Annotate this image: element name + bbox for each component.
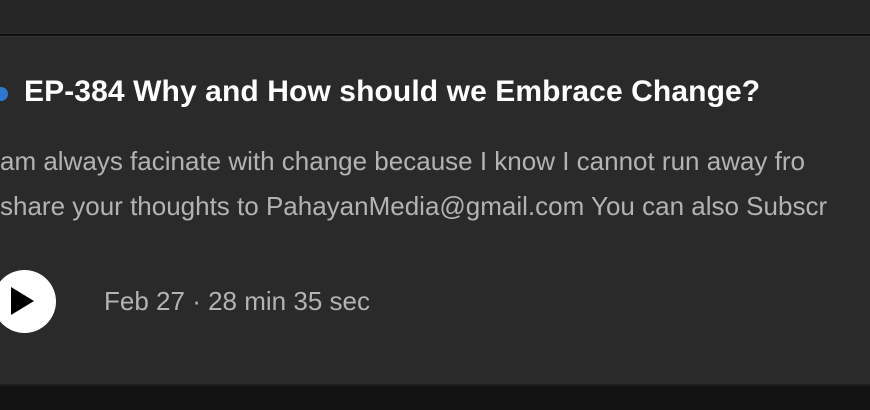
release-date: Feb 27: [104, 286, 185, 316]
episode-card[interactable]: EP-384 Why and How should we Embrace Cha…: [0, 36, 870, 385]
play-button[interactable]: [0, 270, 56, 333]
episode-duration: 28 min 35 sec: [208, 286, 370, 316]
play-icon: [11, 287, 34, 315]
description-line: am always facinate with change because I…: [0, 146, 805, 176]
description-line: share your thoughts to PahayanMedia@gmai…: [0, 191, 828, 221]
episode-page: EP-384 Why and How should we Embrace Cha…: [0, 0, 870, 410]
meta-separator: ·: [192, 286, 201, 316]
episode-description: am always facinate with change because I…: [0, 139, 870, 229]
new-episode-indicator: [0, 87, 8, 101]
episode-title[interactable]: EP-384 Why and How should we Embrace Cha…: [24, 75, 760, 109]
episode-meta: Feb 27 · 28 min 35 sec: [104, 286, 370, 317]
previous-item-edge: [0, 0, 870, 34]
card-divider: [0, 384, 870, 386]
